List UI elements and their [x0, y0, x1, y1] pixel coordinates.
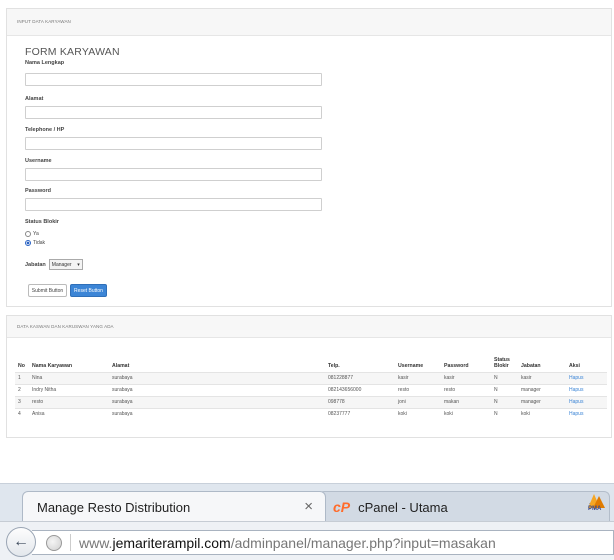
back-arrow-icon: ←: [13, 533, 29, 550]
cell-nama: Indry Nitha: [29, 383, 109, 396]
radio-tidak-row[interactable]: Tidak: [25, 240, 45, 246]
cell-telp: 098778: [325, 395, 395, 408]
cell-username: koki: [395, 407, 441, 420]
browser-nav-bar: www. jemariterampil.com /adminpanel/mana…: [0, 521, 614, 560]
table-panel: DATA KASWAN DAN KARUSWAN YANG ADA No Nam…: [6, 315, 612, 438]
chevron-down-icon: ▾: [77, 261, 80, 268]
tab-cpanel[interactable]: cP cPanel - Utama ×: [318, 491, 610, 522]
pma-label: PMA: [588, 506, 602, 512]
cell-username: joni: [395, 395, 441, 408]
cell-status: N: [491, 371, 518, 384]
radio-tidak-label: Tidak: [33, 240, 46, 246]
cell-alamat: surabaya: [109, 371, 325, 384]
url-prefix: www.: [79, 534, 113, 551]
cell-alamat: surabaya: [109, 395, 325, 408]
cell-nama: Anisa: [29, 407, 109, 420]
hapus-link[interactable]: Hapus: [566, 383, 607, 396]
cell-jabatan: kasir: [518, 371, 566, 384]
url-bar[interactable]: www. jemariterampil.com /adminpanel/mana…: [32, 530, 614, 555]
table-row: 4 Anisa surabaya 08237777 koki koki N ko…: [15, 407, 607, 420]
jabatan-row: Jabatan Manager ▾: [25, 259, 83, 270]
cell-status: N: [491, 407, 518, 420]
col-nama: Nama Karyawan: [32, 362, 73, 369]
phpmyadmin-icon[interactable]: [584, 490, 614, 518]
radio-ya[interactable]: [25, 231, 31, 237]
jabatan-select[interactable]: Manager ▾: [48, 259, 83, 270]
globe-icon: [46, 534, 62, 551]
table-panel-header: DATA KASWAN DAN KARUSWAN YANG ADA: [7, 316, 611, 338]
cell-nama: resto: [29, 395, 109, 408]
cell-telp: 08237777: [325, 407, 395, 420]
url-domain: jemariterampil.com: [112, 534, 231, 551]
table-header-row: No Nama Karyawan Alamat Telp. Username P…: [15, 349, 607, 372]
hapus-link[interactable]: Hapus: [566, 407, 607, 420]
cell-status: N: [491, 395, 518, 408]
cell-no: 1: [15, 371, 29, 384]
cell-alamat: surabaya: [109, 407, 325, 420]
cell-jabatan: koki: [518, 407, 566, 420]
cell-telp: 081228877: [325, 371, 395, 384]
hapus-link[interactable]: Hapus: [566, 395, 607, 408]
cell-nama: Nina: [29, 371, 109, 384]
hapus-link[interactable]: Hapus: [566, 371, 607, 384]
col-aksi: Aksi: [569, 362, 580, 369]
col-no: No: [18, 362, 25, 369]
reset-button[interactable]: Reset Button: [70, 284, 107, 297]
cell-password: makan: [441, 395, 491, 408]
tab-manage-resto-title: Manage Resto Distribution: [37, 499, 191, 515]
form-panel-header: INPUT DATA KARYAWAN: [7, 9, 611, 36]
table-row: 1 Nina surabaya 081228877 kasir kasir N …: [15, 371, 607, 384]
status-blokir-label: Status Blokir: [25, 219, 59, 225]
telp-input[interactable]: [25, 137, 322, 150]
table-row: 3 resto surabaya 098778 joni makan N man…: [15, 395, 607, 408]
jabatan-label: Jabatan: [25, 261, 46, 268]
cell-password: kasir: [441, 371, 491, 384]
col-status-blokir: Status Blokir: [494, 356, 510, 369]
username-label: Username: [25, 158, 52, 164]
cell-no: 3: [15, 395, 29, 408]
browser-tab-strip: cP cPanel - Utama × Manage Resto Distrib…: [0, 483, 614, 522]
nama-input[interactable]: [25, 73, 322, 86]
url-separator: [70, 534, 71, 551]
form-title: FORM KARYAWAN: [25, 46, 120, 58]
radio-ya-label: Ya: [33, 231, 39, 237]
cell-alamat: surabaya: [109, 383, 325, 396]
cell-no: 4: [15, 407, 29, 420]
back-button[interactable]: ←: [6, 527, 36, 557]
password-input[interactable]: [25, 198, 322, 211]
cell-username: resto: [395, 383, 441, 396]
cell-password: resto: [441, 383, 491, 396]
alamat-input[interactable]: [25, 106, 322, 119]
col-jabatan: Jabatan: [521, 362, 541, 369]
url-path: /adminpanel/manager.php?input=masakan: [230, 534, 496, 551]
submit-button[interactable]: Submit Button: [28, 284, 67, 297]
cell-status: N: [491, 383, 518, 396]
cell-jabatan: manager: [518, 395, 566, 408]
cell-jabatan: manager: [518, 383, 566, 396]
tab-manage-resto[interactable]: Manage Resto Distribution ×: [22, 491, 326, 522]
username-input[interactable]: [25, 168, 322, 181]
cell-username: kasir: [395, 371, 441, 384]
col-alamat: Alamat: [112, 362, 130, 369]
cpanel-icon: cP: [333, 499, 351, 515]
radio-ya-row[interactable]: Ya: [25, 231, 39, 237]
form-panel: INPUT DATA KARYAWAN FORM KARYAWAN Nama L…: [6, 8, 612, 307]
col-password: Password: [444, 362, 469, 369]
table-row: 2 Indry Nitha surabaya 082143656000 rest…: [15, 383, 607, 396]
alamat-label: Alamat: [25, 96, 44, 102]
tab-cpanel-title: cPanel - Utama: [358, 499, 448, 515]
col-username: Username: [398, 362, 424, 369]
telp-label: Telephone / HP: [25, 127, 65, 133]
cell-no: 2: [15, 383, 29, 396]
jabatan-selected-value: Manager: [51, 261, 72, 268]
radio-tidak[interactable]: [25, 240, 31, 246]
password-label: Password: [25, 188, 51, 194]
cell-telp: 082143656000: [325, 383, 395, 396]
cell-password: koki: [441, 407, 491, 420]
close-icon[interactable]: ×: [304, 498, 313, 515]
karyawan-table: No Nama Karyawan Alamat Telp. Username P…: [15, 349, 607, 420]
col-telp: Telp.: [328, 362, 340, 369]
nama-label: Nama Lengkap: [25, 60, 65, 66]
